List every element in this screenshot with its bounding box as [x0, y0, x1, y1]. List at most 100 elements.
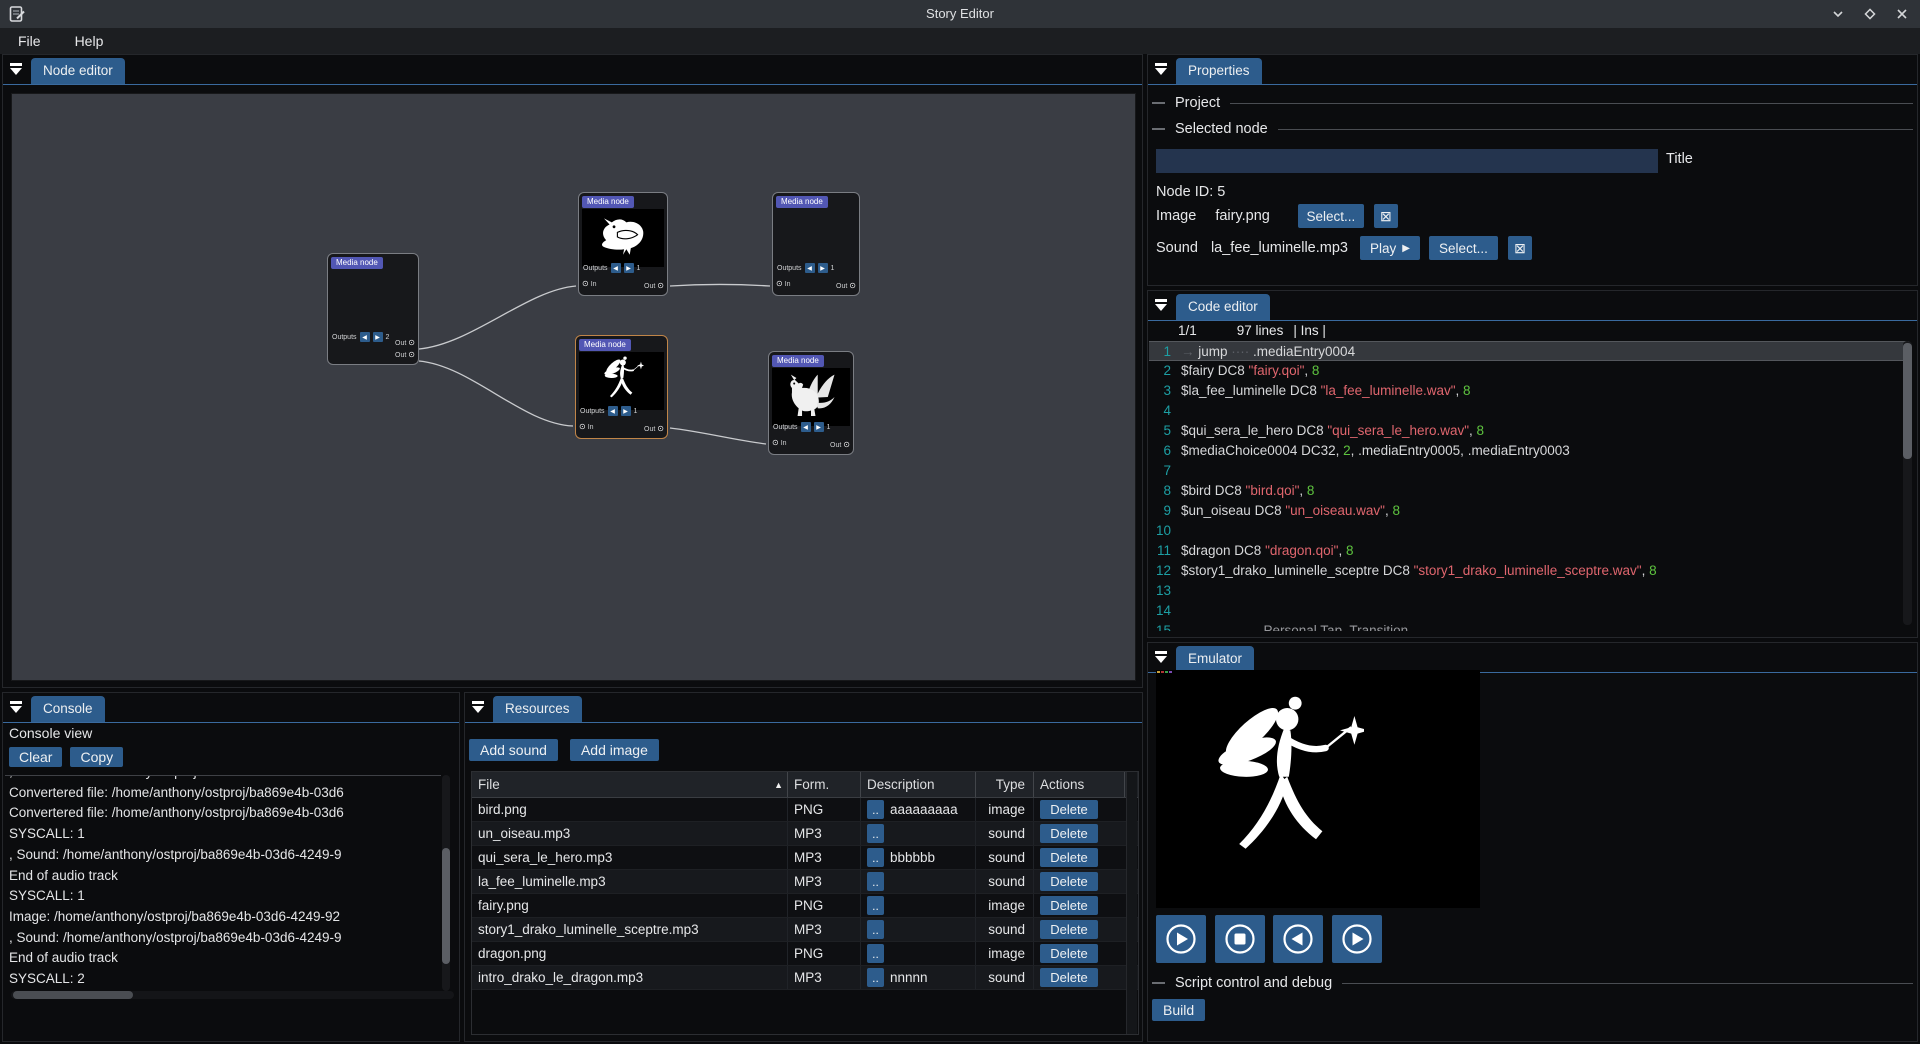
output-pin-1[interactable]: Out⊙ — [395, 339, 415, 347]
graph-node-fairy[interactable]: Media node Outputs ◀ ▶ 1 ⊙In Out⊙ — [575, 335, 668, 439]
scrollbar-thumb[interactable] — [1903, 343, 1912, 459]
column-header-description[interactable]: Description — [861, 772, 976, 797]
node-header-label[interactable]: Media node — [772, 355, 824, 367]
edit-description-button[interactable]: .. — [867, 920, 884, 939]
outputs-increment-button[interactable]: ▶ — [621, 406, 631, 416]
collapse-panel-icon[interactable] — [1154, 651, 1168, 665]
outputs-decrement-button[interactable]: ◀ — [608, 406, 618, 416]
output-pin[interactable]: Out⊙ — [644, 282, 664, 290]
pin-icon[interactable]: ⊙ — [776, 280, 783, 288]
title-input[interactable] — [1156, 149, 1658, 173]
collapse-panel-icon[interactable] — [9, 701, 23, 715]
emulator-step-back-button[interactable] — [1273, 915, 1323, 963]
pin-icon[interactable]: ⊙ — [408, 339, 415, 347]
input-pin[interactable]: ⊙In — [582, 280, 597, 288]
delete-resource-button[interactable]: Delete — [1040, 920, 1098, 939]
output-pin-2[interactable]: Out⊙ — [395, 351, 415, 359]
console-horizontal-scrollbar[interactable] — [11, 991, 454, 999]
pin-icon[interactable]: ⊙ — [843, 441, 850, 449]
output-pin[interactable]: Out⊙ — [836, 282, 856, 290]
code-line[interactable]: 11$dragon DC8 "dragon.qoi", 8 — [1149, 541, 1909, 561]
table-row[interactable]: la_fee_luminelle.mp3MP3..soundDelete — [472, 870, 1138, 894]
outputs-increment-button[interactable]: ▶ — [624, 263, 634, 273]
graph-node-dragon[interactable]: Media node Outputs ◀ ▶ 1 ⊙In Out⊙ — [768, 351, 854, 455]
input-pin[interactable]: ⊙In — [772, 439, 787, 447]
table-scrollbar-track[interactable] — [1126, 772, 1137, 1034]
copy-console-button[interactable]: Copy — [70, 747, 123, 767]
tab-code-editor[interactable]: Code editor — [1176, 294, 1270, 320]
table-row[interactable]: bird.pngPNG..aaaaaaaaaimageDelete — [472, 798, 1138, 822]
delete-resource-button[interactable]: Delete — [1040, 968, 1098, 987]
code-line[interactable]: 2$fairy DC8 "fairy.qoi", 8 — [1149, 361, 1909, 381]
pin-icon[interactable]: ⊙ — [582, 280, 589, 288]
code-line[interactable]: 3$la_fee_luminelle DC8 "la_fee_luminelle… — [1149, 381, 1909, 401]
output-pin[interactable]: Out⊙ — [644, 425, 664, 433]
menu-file[interactable]: File — [12, 31, 47, 51]
node-header-label[interactable]: Media node — [776, 196, 828, 208]
graph-node-choice[interactable]: Media node Outputs ◀ ▶ 2 Out⊙ Out⊙ — [327, 253, 419, 365]
delete-resource-button[interactable]: Delete — [1040, 944, 1098, 963]
outputs-decrement-button[interactable]: ◀ — [360, 332, 370, 342]
outputs-decrement-button[interactable]: ◀ — [801, 422, 811, 432]
pin-icon[interactable]: ⊙ — [772, 439, 779, 447]
select-image-button[interactable]: Select... — [1298, 204, 1364, 228]
code-line[interactable]: 4 — [1149, 401, 1909, 421]
outputs-increment-button[interactable]: ▶ — [818, 263, 828, 273]
code-line[interactable]: 15 Personal Tap Transition — [1149, 621, 1909, 631]
table-row[interactable]: un_oiseau.mp3MP3..soundDelete — [472, 822, 1138, 846]
outputs-decrement-button[interactable]: ◀ — [611, 263, 621, 273]
node-graph-canvas[interactable]: Media node Outputs ◀ ▶ 2 Out⊙ Out⊙ Media… — [11, 93, 1136, 681]
delete-resource-button[interactable]: Delete — [1040, 872, 1098, 891]
edit-description-button[interactable]: .. — [867, 824, 884, 843]
scrollbar-thumb[interactable] — [442, 848, 450, 964]
code-line[interactable]: 7 — [1149, 461, 1909, 481]
table-row[interactable]: qui_sera_le_hero.mp3MP3..bbbbbbsoundDele… — [472, 846, 1138, 870]
input-pin[interactable]: ⊙In — [776, 280, 791, 288]
output-pin[interactable]: Out⊙ — [830, 441, 850, 449]
edit-description-button[interactable]: .. — [867, 968, 884, 987]
emulator-stop-button[interactable] — [1215, 915, 1265, 963]
code-line[interactable]: 1→ jump ···· .mediaEntry0004 — [1149, 341, 1909, 361]
sort-ascending-icon[interactable]: ▲ — [774, 780, 783, 790]
column-header-actions[interactable]: Actions — [1034, 772, 1125, 797]
code-line[interactable]: 6$mediaChoice0004 DC32, 2, .mediaEntry00… — [1149, 441, 1909, 461]
scrollbar-thumb[interactable] — [13, 991, 133, 999]
pin-icon[interactable]: ⊙ — [849, 282, 856, 290]
clear-image-button[interactable]: ⊠ — [1374, 204, 1398, 228]
table-row[interactable]: fairy.pngPNG..imageDelete — [472, 894, 1138, 918]
code-line[interactable]: 8$bird DC8 "bird.qoi", 8 — [1149, 481, 1909, 501]
tab-properties[interactable]: Properties — [1176, 58, 1262, 84]
code-line[interactable]: 13 — [1149, 581, 1909, 601]
input-pin[interactable]: ⊙In — [579, 423, 594, 431]
tab-emulator[interactable]: Emulator — [1176, 646, 1254, 672]
delete-resource-button[interactable]: Delete — [1040, 848, 1098, 867]
delete-resource-button[interactable]: Delete — [1040, 800, 1098, 819]
code-line[interactable]: 12$story1_drako_luminelle_sceptre DC8 "s… — [1149, 561, 1909, 581]
node-header-label[interactable]: Media node — [331, 257, 383, 269]
node-header-label[interactable]: Media node — [582, 196, 634, 208]
pin-icon[interactable]: ⊙ — [408, 351, 415, 359]
delete-resource-button[interactable]: Delete — [1040, 896, 1098, 915]
column-header-format[interactable]: Form. — [788, 772, 861, 797]
column-header-type[interactable]: Type — [976, 772, 1034, 797]
close-icon[interactable] — [1894, 6, 1910, 22]
outputs-decrement-button[interactable]: ◀ — [805, 263, 815, 273]
table-row[interactable]: story1_drako_luminelle_sceptre.mp3MP3..s… — [472, 918, 1138, 942]
graph-node-empty[interactable]: Media node Outputs ◀ ▶ 1 ⊙In Out⊙ — [772, 192, 860, 296]
edit-description-button[interactable]: .. — [867, 848, 884, 867]
pin-icon[interactable]: ⊙ — [657, 282, 664, 290]
clear-sound-button[interactable]: ⊠ — [1508, 236, 1532, 260]
table-row[interactable]: dragon.pngPNG..imageDelete — [472, 942, 1138, 966]
edit-description-button[interactable]: .. — [867, 896, 884, 915]
maximize-icon[interactable] — [1862, 6, 1878, 22]
tab-resources[interactable]: Resources — [493, 696, 582, 722]
pin-icon[interactable]: ⊙ — [657, 425, 664, 433]
select-sound-button[interactable]: Select... — [1429, 236, 1498, 260]
table-row[interactable]: intro_drako_le_dragon.mp3MP3..nnnnnsound… — [472, 966, 1138, 990]
column-header-file[interactable]: File ▲ — [472, 772, 788, 797]
play-sound-button[interactable]: Play▶ — [1360, 236, 1420, 260]
code-text-area[interactable]: 1→ jump ···· .mediaEntry00042$fairy DC8 … — [1149, 341, 1909, 631]
collapse-panel-icon[interactable] — [471, 701, 485, 715]
clear-console-button[interactable]: Clear — [9, 747, 62, 767]
collapse-panel-icon[interactable] — [9, 63, 23, 77]
